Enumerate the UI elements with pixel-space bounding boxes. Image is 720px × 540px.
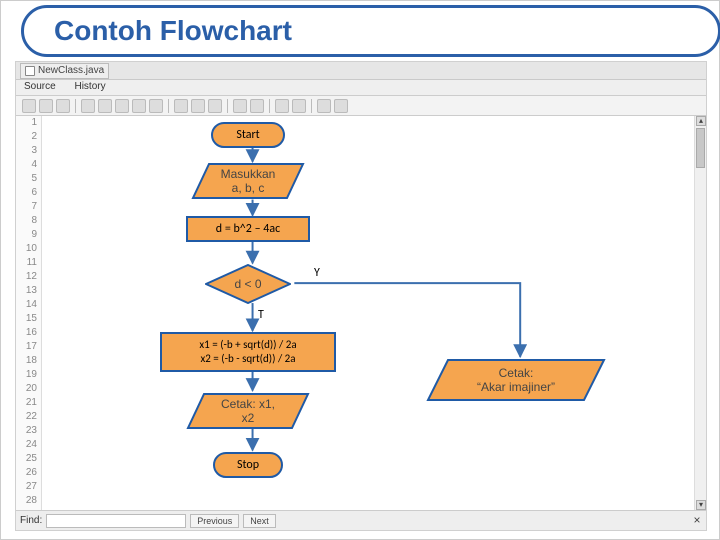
flow-compute-roots-label: x1 = (-b + sqrt(d)) / 2a x2 = (-b - sqrt… <box>199 338 296 366</box>
toolbar-button[interactable] <box>98 99 112 113</box>
toolbar-button[interactable] <box>39 99 53 113</box>
flow-compute-roots: x1 = (-b + sqrt(d)) / 2a x2 = (-b - sqrt… <box>160 332 336 372</box>
toolbar-sep <box>168 99 169 113</box>
flow-print-imaginary-label: Cetak: “Akar imajiner” <box>426 358 606 402</box>
toolbar-button[interactable] <box>174 99 188 113</box>
flow-decision: d < 0 <box>205 264 291 304</box>
toolbar-sep <box>269 99 270 113</box>
subtab-history[interactable]: History <box>66 80 113 93</box>
subtab-source[interactable]: Source <box>16 80 64 93</box>
find-next-button[interactable]: Next <box>243 514 276 528</box>
flow-input-label: Masukkan a, b, c <box>191 162 305 200</box>
java-file-icon <box>25 66 35 76</box>
toolbar-button[interactable] <box>250 99 264 113</box>
flow-print-roots: Cetak: x1, x2 <box>186 392 310 430</box>
toolbar-button[interactable] <box>132 99 146 113</box>
toolbar-button[interactable] <box>292 99 306 113</box>
flow-stop-label: Stop <box>237 458 259 472</box>
flow-connectors <box>16 116 706 510</box>
slide: Contoh Flowchart NewClass.java Source Hi… <box>0 0 720 540</box>
toolbar-button[interactable] <box>22 99 36 113</box>
editor-tab-bar: NewClass.java <box>16 62 707 80</box>
flow-stop: Stop <box>213 452 283 478</box>
slide-title-bubble: Contoh Flowchart <box>21 5 720 57</box>
toolbar-button[interactable] <box>334 99 348 113</box>
toolbar-button[interactable] <box>81 99 95 113</box>
editor-subtabs: Source History <box>16 80 707 96</box>
toolbar-button[interactable] <box>275 99 289 113</box>
find-close-button[interactable]: × <box>690 514 704 528</box>
toolbar-sep <box>311 99 312 113</box>
flow-decision-label: d < 0 <box>205 264 291 304</box>
slide-title: Contoh Flowchart <box>54 15 292 47</box>
find-next-label: Next <box>250 516 269 526</box>
toolbar-sep <box>227 99 228 113</box>
find-input[interactable] <box>46 514 186 528</box>
flowchart: Start Masukkan a, b, c d = b^2 – 4ac d <… <box>16 116 706 510</box>
ide-screenshot: NewClass.java Source History <box>15 61 707 531</box>
decision-yes-label: Y <box>314 266 320 280</box>
toolbar-button[interactable] <box>233 99 247 113</box>
slide-title-container: Contoh Flowchart <box>11 5 711 57</box>
flow-print-imaginary: Cetak: “Akar imajiner” <box>426 358 606 402</box>
flow-compute-d: d = b^2 – 4ac <box>186 216 310 242</box>
editor-file-tab[interactable]: NewClass.java <box>20 63 109 79</box>
flow-input: Masukkan a, b, c <box>191 162 305 200</box>
toolbar-button[interactable] <box>317 99 331 113</box>
toolbar-button[interactable] <box>56 99 70 113</box>
flow-start-label: Start <box>236 128 259 142</box>
toolbar-button[interactable] <box>208 99 222 113</box>
editor-file-name: NewClass.java <box>38 64 104 78</box>
find-bar: Find: Previous Next × <box>16 510 707 530</box>
flow-print-roots-label: Cetak: x1, x2 <box>186 392 310 430</box>
find-prev-label: Previous <box>197 516 232 526</box>
toolbar-sep <box>75 99 76 113</box>
flow-start: Start <box>211 122 285 148</box>
find-previous-button[interactable]: Previous <box>190 514 239 528</box>
toolbar-button[interactable] <box>191 99 205 113</box>
toolbar-button[interactable] <box>115 99 129 113</box>
find-label: Find: <box>20 515 42 526</box>
decision-no-label: T <box>258 308 264 322</box>
flow-compute-d-label: d = b^2 – 4ac <box>216 222 280 237</box>
toolbar-button[interactable] <box>149 99 163 113</box>
editor-toolbar <box>16 96 707 116</box>
